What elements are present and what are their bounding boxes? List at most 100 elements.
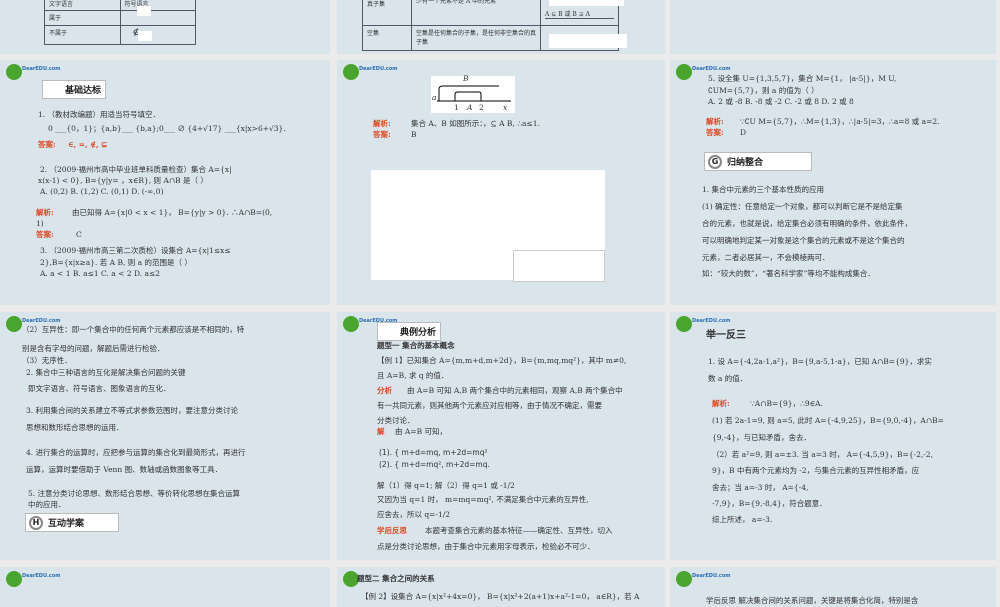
exercise-line: -7,9}，B={9,-8,4}，符合题意． — [712, 499, 827, 508]
question-3: 3. （2009·福州市高三第二次质检）设集合 A={x|1≤x≤ — [40, 246, 231, 255]
slide-thumbnail-6[interactable]: DearEDU.com 5. 设全集 U={1,3,5,7}，集合 M={1， … — [670, 60, 996, 305]
fig-label-b: B — [463, 74, 469, 83]
slide-thumbnail-7[interactable]: DearEDU.com （2）互异性：即一个集合中的任何两个元素都应该是不相同的… — [0, 312, 330, 560]
summary-line: (1) 确定性：任意给定一个对象，都可以判断它是不是给定集 — [702, 202, 903, 211]
header-symbol-language: 符号语言 — [119, 0, 196, 11]
answer-box — [138, 31, 152, 41]
exercise-line: (1) 若 2a-1=9, 则 a=5, 此时 A={-4,9,25}，B={9… — [712, 416, 944, 425]
question-5-options: A. 2 或 -8 B. -8 或 -2 C. -2 或 8 D. 2 或 8 — [708, 97, 854, 106]
question-1: 1. （教材改编题）用适当符号填空． — [38, 110, 161, 119]
g-icon: G — [708, 155, 722, 169]
question-2-line2: x(x-1) < 0}, B={y|y= ，x∈R}, 则 A∩B 是（ ） — [38, 176, 208, 185]
dearedu-logo: DearEDU.com — [6, 64, 61, 80]
fig-label-2: 2 — [479, 103, 484, 112]
fig-label-set-a: A — [467, 103, 473, 112]
summary-line: （3）无序性． — [22, 356, 72, 365]
slide-thumbnail-10[interactable]: DearEDU.com — [0, 567, 330, 607]
example-line: 【例 2】设集合 A={x|x²+4x=0}， B={x|x²+2(a+1)x+… — [361, 592, 640, 601]
example-line: 本题考查集合元素的基本特征——确定性、互异性，切入 — [425, 526, 613, 535]
summary-line: 运算，运算时要借助于 Venn 图、数轴或函数图象等工具． — [26, 465, 223, 474]
equation-system-1: (1). { m+d=mq, m+2d=mq² — [379, 448, 488, 457]
example-line: 由 A=B 可知， — [395, 427, 447, 436]
slide-thumbnail-4[interactable]: DearEDU.com 基础达标 1. （教材改编题）用适当符号填空． 0 __… — [0, 60, 330, 305]
section-badge: H 互动学案 — [25, 513, 119, 532]
analysis-label: 解析: — [373, 119, 391, 128]
analysis-label: 解析: — [706, 117, 724, 126]
blank-area — [513, 250, 605, 282]
answer-text: D — [740, 128, 747, 137]
question-5-line2: ∁UM={5,7}，则 a 的值为（ ） — [708, 86, 819, 95]
exercise-line: 综上所述， a=-3. — [712, 515, 773, 524]
question-1-blanks: 0 ___{0，1}；{a,b}___ {b,a};0___ ∅ {4+√17}… — [48, 124, 286, 133]
symbol-text: A ⊊ B 或 B ⊋ A — [545, 9, 614, 19]
summary-line: 即文字语言、符号语言、图象语言的互化． — [28, 384, 171, 393]
exercise-line: 9}，B 中有两个元素均为 -2，与集合元素的互异性相矛盾，应 — [712, 466, 920, 475]
question-5: 5. 设全集 U={1,3,5,7}，集合 M={1， |a-5|}，M U, — [708, 74, 897, 83]
answer-label: 答案: — [373, 130, 391, 139]
exercise-line: {9,-4}，与已知矛盾，舍去． — [712, 433, 812, 442]
answer-2: C — [76, 230, 82, 239]
slide-thumbnail-1[interactable]: 文字语言 符号语言 属于 不属于 ∉ — [0, 0, 330, 54]
example-line: 【例 1】已知集合 A={m,m+d,m+2d}，B={m,mq,mq²}，其中… — [377, 356, 627, 365]
slide-thumbnail-2[interactable]: 真子集A 中任意一个元素均为 B 中的元素，B 中至少有一个元素不是 A 中的元… — [337, 0, 665, 54]
exercise-line: ∵A∩B={9}，∴9∈A. — [750, 399, 823, 408]
analysis-label: 解析: — [36, 208, 54, 217]
answer-text: B — [411, 130, 417, 139]
example-line: 分类讨论． — [377, 416, 415, 425]
answer-label: 答案: — [38, 140, 56, 149]
section-title: 题型二 集合之间的关系 — [357, 574, 435, 583]
fig-label-x: x — [503, 103, 508, 112]
question-2-options: A. (0,2) B. (1,2) C. (0,1) D. (-∞,0) — [40, 187, 164, 196]
summary-line: 如：“较大的数”，“著名科学家”等均不能构成集合． — [702, 269, 875, 278]
cell-proper-subset: 真子集 — [362, 0, 412, 26]
answer-label: 答案: — [36, 230, 54, 239]
example-line: 点是分类讨论思想，由于集合中元素用字母表示，检验必不可少． — [377, 542, 595, 551]
summary-line: 元素，二者必居其一，不会模棱两可． — [702, 253, 830, 262]
row-belongs: 属于 — [44, 10, 121, 26]
question-3-line2: 2},B={x|x≥a}. 若 A B, 则 a 的范围是（ ） — [40, 258, 192, 267]
answer-box — [549, 34, 627, 48]
summary-line: 3. 利用集合间的关系建立不等式求参数范围时，要注意分类讨论 — [26, 406, 239, 415]
summary-line: 别是含有字母的问题，解题后需进行检验． — [22, 344, 165, 353]
exercise-line: 数 a 的值． — [708, 374, 748, 383]
dearedu-logo: DearEDU.com — [676, 571, 731, 587]
h-icon: H — [29, 516, 43, 530]
badge-label: 归纳整合 — [727, 158, 764, 168]
slide-thumbnail-5[interactable]: DearEDU.com B a 1 A 2 x 解析: 集合 A、B 如图所示：… — [337, 60, 665, 305]
answer-1: ∈, =, ∉, ⊊ — [68, 140, 108, 149]
example-line: 解（1）得 q=1; 解（2）得 q=1 或 -1/2 — [377, 481, 515, 490]
reflection-label: 学后反思 — [377, 526, 407, 535]
example-line: 且 A=B, 求 q 的值． — [377, 371, 449, 380]
slide-thumbnail-9[interactable]: DearEDU.com 举一反三 1. 设 A={-4,2a-1,a²}，B={… — [670, 312, 996, 560]
question-2: 2. （2009·福州市高中毕业班单科质量检查）集合 A={x| — [40, 165, 232, 174]
slide-thumbnail-11[interactable]: 题型二 集合之间的关系 【例 2】设集合 A={x|x²+4x=0}， B={x… — [337, 567, 665, 607]
summary-line: 5. 注意分类讨论思想、数形结合思想、等价转化思想在集合运算 — [28, 489, 241, 498]
dearedu-logo: DearEDU.com — [6, 571, 61, 587]
symbol-cell — [119, 10, 196, 26]
section-badge: 典例分析 — [377, 322, 442, 341]
reflection-line: 学后反思 解决集合间的关系问题，关键是将集合化简，特别是含 — [706, 596, 919, 605]
slide-thumbnail-8[interactable]: DearEDU.com 典例分析 题型一 集合的基本概念 【例 1】已知集合 A… — [337, 312, 665, 560]
answer-box — [137, 6, 151, 16]
answer-label: 答案: — [706, 128, 724, 137]
cell-definition: 空集是任何集合的子集，是任何非空集合的真子集 — [411, 25, 541, 51]
fig-label-a: a — [432, 93, 437, 102]
example-line: 由 A=B 可知 A,B 两个集合中的元素相同，观察 A,B 两个集合中 — [407, 386, 623, 395]
section-title: 题型一 集合的基本概念 — [377, 341, 455, 350]
analysis-text: 集合 A、B 如图所示：，⊆ A B, ∴a≤1. — [411, 119, 540, 128]
section-badge: 基础达标 — [42, 80, 107, 99]
membership-table: 文字语言 符号语言 属于 不属于 ∉ — [44, 0, 196, 45]
section-badge: G 归纳整合 — [704, 152, 812, 171]
exercise-line: 1. 设 A={-4,2a-1,a²}，B={9,a-5,1-a}，已知 A∩B… — [708, 357, 932, 366]
equation-system-2: (2). { m+d=mq², m+2d=mq. — [379, 460, 490, 469]
header-text-language: 文字语言 — [44, 0, 121, 11]
row-not-belongs: 不属于 — [44, 25, 121, 45]
summary-line: 思想和数形结合思想的运用． — [26, 423, 124, 432]
summary-line: （2）互异性：即一个集合中的任何两个元素都应该是不相同的，特 — [22, 325, 245, 334]
slide-thumbnail-12[interactable]: DearEDU.com 学后反思 解决集合间的关系问题，关键是将集合化简，特别是… — [670, 567, 996, 607]
exercise-line: （2）若 a²=9, 则 a=±3. 当 a=3 时， A={-4,5,9}，B… — [712, 450, 933, 459]
section-title: 举一反三 — [706, 330, 746, 341]
slide-thumbnail-3[interactable] — [670, 0, 996, 54]
example-line: 又因为当 q=1 时， m=mq=mq², 不满足集合中元素的互异性, — [377, 495, 589, 504]
example-line: 有一共同元素，则其他两个元素应对应相等，由于情况不确定，需要 — [377, 401, 602, 410]
